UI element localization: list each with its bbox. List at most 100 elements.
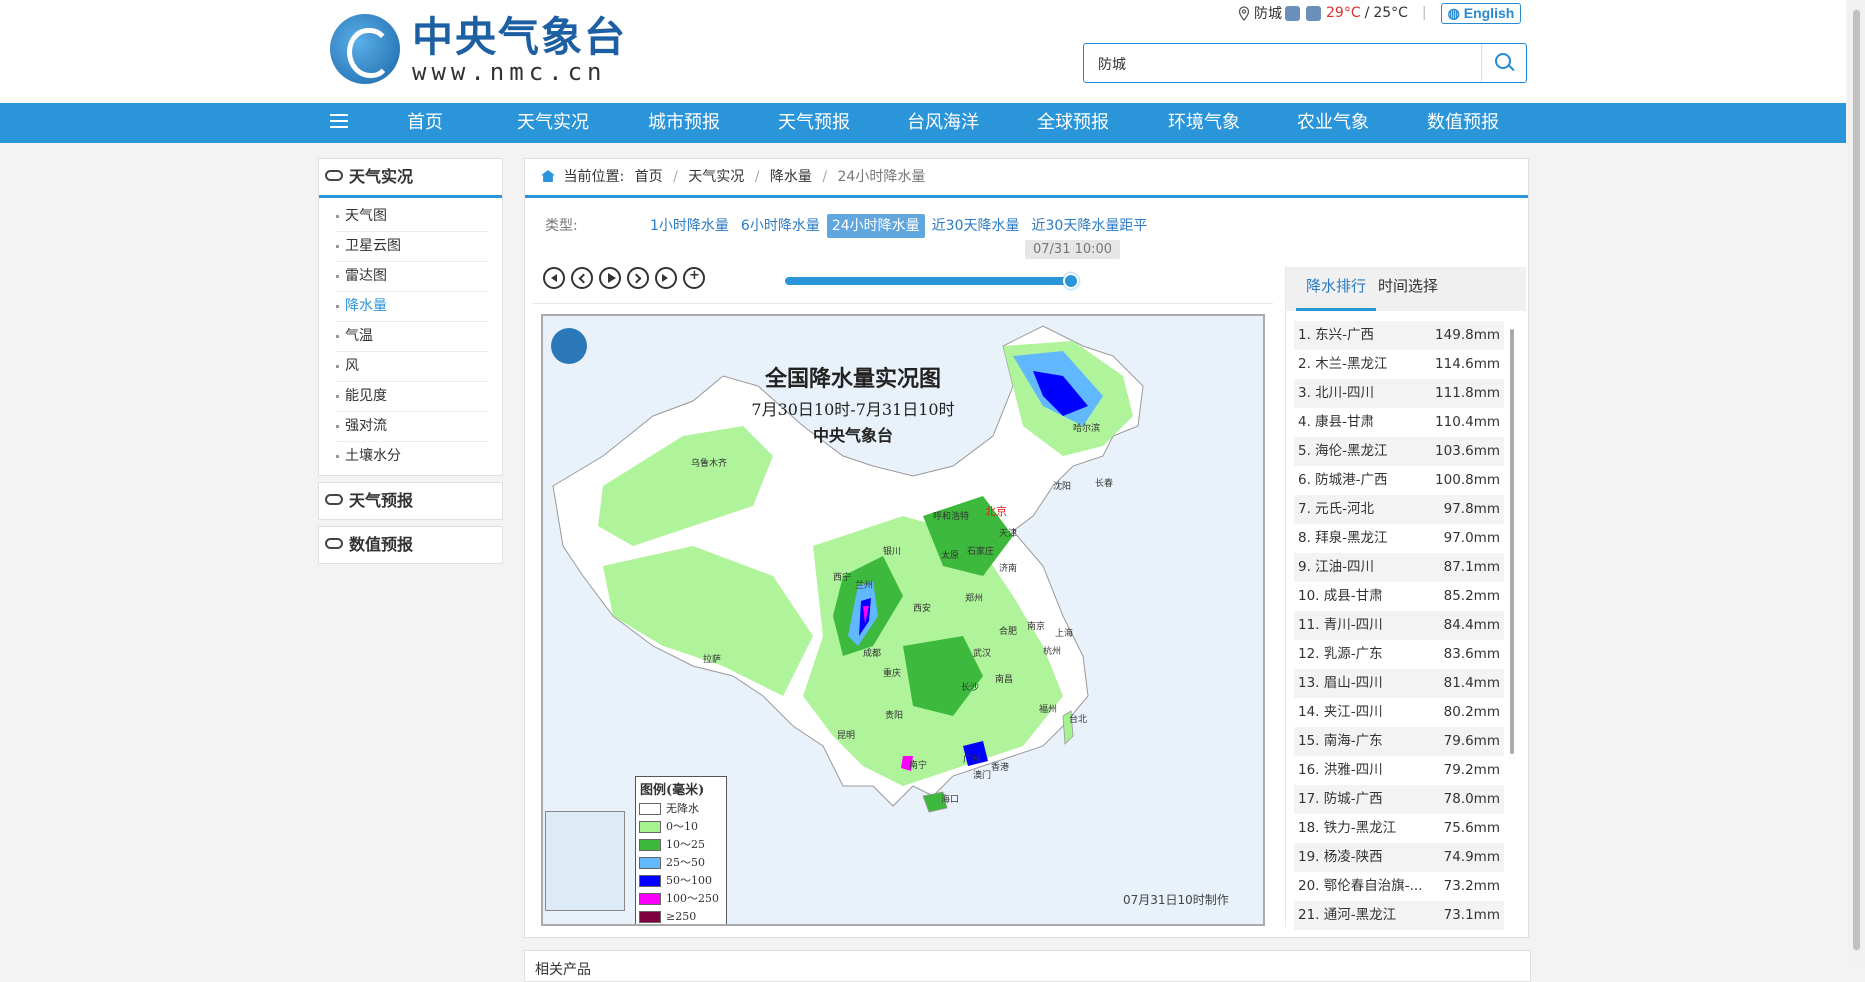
time-slider[interactable]: [785, 273, 1079, 289]
city-label: 台北: [1069, 715, 1088, 725]
breadcrumb-home[interactable]: 首页: [635, 169, 663, 185]
main-content: 当前位置: 首页 / 天气实况 / 降水量 / 24小时降水量 类型: 1小时降…: [524, 158, 1529, 938]
nav-environment[interactable]: 环境气象: [1139, 103, 1269, 143]
page-scrollbar-thumb[interactable]: [1853, 10, 1860, 950]
type-30d[interactable]: 近30天降水量: [927, 214, 1025, 238]
ranking-row[interactable]: 16. 洪雅-四川 79.2mm: [1294, 756, 1504, 785]
ranking-row[interactable]: 9. 江油-四川 87.1mm: [1294, 553, 1504, 582]
nav-agriculture[interactable]: 农业气象: [1268, 103, 1398, 143]
ranking-row[interactable]: 18. 铁力-黑龙江 75.6mm: [1294, 814, 1504, 843]
legend-row: 10～25: [636, 836, 726, 854]
site-logo[interactable]: 中央气象台 www.nmc.cn: [330, 14, 627, 84]
next-frame-icon[interactable]: [627, 267, 649, 289]
last-frame-icon[interactable]: [655, 267, 677, 289]
ranking-value: 75.6mm: [1443, 820, 1500, 836]
ranking-station: 18. 铁力-黑龙江: [1298, 820, 1397, 836]
sidebar-item-visibility[interactable]: 能见度: [336, 382, 488, 412]
time-tooltip: 07/31 10:00: [1025, 240, 1121, 259]
cloudy-icon: [1285, 5, 1300, 21]
nav-typhoon-ocean[interactable]: 台风海洋: [878, 103, 1008, 143]
ranking-station: 16. 洪雅-四川: [1298, 762, 1383, 778]
tab-precip-ranking[interactable]: 降水排行: [1296, 267, 1377, 311]
sidebar-item-weather-map[interactable]: 天气图: [336, 202, 488, 232]
ranking-row[interactable]: 17. 防城-广西 78.0mm: [1294, 785, 1504, 814]
sidebar-item-radar[interactable]: 雷达图: [336, 262, 488, 292]
ranking-row[interactable]: 8. 拜泉-黑龙江 97.0mm: [1294, 524, 1504, 553]
ranking-row[interactable]: 10. 成县-甘肃 85.2mm: [1294, 582, 1504, 611]
ranking-row[interactable]: 5. 海伦-黑龙江 103.6mm: [1294, 437, 1504, 466]
type-30d-anomaly[interactable]: 近30天降水量距平: [1027, 214, 1153, 238]
ranking-row[interactable]: 3. 北川-四川 111.8mm: [1294, 379, 1504, 408]
ranking-row[interactable]: 4. 康县-甘肃 110.4mm: [1294, 408, 1504, 437]
ranking-value: 114.6mm: [1435, 356, 1500, 372]
ranking-row[interactable]: 7. 元氏-河北 97.8mm: [1294, 495, 1504, 524]
precipitation-map[interactable]: 全国降水量实况图 7月30日10时-7月31日10时 中央气象台 乌鲁木齐 哈尔…: [541, 314, 1265, 926]
ranking-station: 5. 海伦-黑龙江: [1298, 443, 1388, 459]
slider-handle[interactable]: [1063, 273, 1079, 289]
sidebar-heading-forecast[interactable]: 天气预报: [318, 482, 503, 520]
zoom-in-icon[interactable]: [683, 267, 705, 289]
play-icon[interactable]: [599, 267, 621, 289]
breadcrumb-obs[interactable]: 天气实况: [688, 169, 744, 185]
ranking-value: 100.8mm: [1435, 472, 1500, 488]
nav-weather-forecast[interactable]: 天气预报: [749, 103, 879, 143]
search-input[interactable]: [1096, 44, 1460, 84]
ranking-row[interactable]: 13. 眉山-四川 81.4mm: [1294, 669, 1504, 698]
tab-time-select[interactable]: 时间选择: [1368, 267, 1448, 311]
map-period: 7月30日10时-7月31日10时: [751, 400, 955, 419]
south-china-sea-inset: [545, 811, 625, 911]
first-frame-icon[interactable]: [543, 267, 565, 289]
ranking-station: 3. 北川-四川: [1298, 385, 1375, 401]
ranking-station: 1. 东兴-广西: [1298, 327, 1375, 343]
sidebar-item-temperature[interactable]: 气温: [336, 322, 488, 352]
type-1h[interactable]: 1小时降水量: [645, 214, 734, 238]
legend-row: ≥250: [636, 908, 726, 924]
ranking-row[interactable]: 1. 东兴-广西 149.8mm: [1294, 321, 1504, 350]
sidebar-item-precipitation[interactable]: 降水量: [336, 292, 488, 322]
nav-home[interactable]: 首页: [360, 103, 490, 143]
sidebar: 天气实况 天气图 卫星云图 雷达图 降水量 气温 风 能见度 强对流 土壤水分 …: [318, 158, 503, 564]
nav-global-forecast[interactable]: 全球预报: [1008, 103, 1138, 143]
location-pin-icon: [1238, 5, 1250, 21]
ranking-station: 9. 江油-四川: [1298, 559, 1375, 575]
page-scrollbar[interactable]: [1848, 0, 1865, 969]
city-label: 重庆: [883, 669, 902, 679]
city-label: 兰州: [855, 581, 874, 591]
nav-city-forecast[interactable]: 城市预报: [619, 103, 749, 143]
type-24h[interactable]: 24小时降水量: [826, 214, 925, 238]
home-icon: [541, 170, 555, 182]
sidebar-item-satellite[interactable]: 卫星云图: [336, 232, 488, 262]
type-6h[interactable]: 6小时降水量: [736, 214, 825, 238]
map-title: 全国降水量实况图: [764, 366, 941, 392]
sidebar-item-convection[interactable]: 强对流: [336, 412, 488, 442]
nav-weather-obs[interactable]: 天气实况: [488, 103, 618, 143]
ranking-value: 81.4mm: [1443, 675, 1500, 691]
ranking-row[interactable]: 14. 夹江-四川 80.2mm: [1294, 698, 1504, 727]
city-label: 西宁: [833, 573, 852, 583]
ranking-row[interactable]: 15. 南海-广东 79.6mm: [1294, 727, 1504, 756]
sidebar-item-soil-moisture[interactable]: 土壤水分: [336, 442, 488, 471]
ranking-row[interactable]: 19. 杨凌-陕西 74.9mm: [1294, 843, 1504, 872]
city-label: 太原: [941, 551, 960, 561]
breadcrumb-precip[interactable]: 降水量: [770, 169, 812, 185]
current-city[interactable]: 防城: [1254, 3, 1282, 23]
sidebar-heading-numerical[interactable]: 数值预报: [318, 526, 503, 564]
ranking-row[interactable]: 11. 青川-四川 84.4mm: [1294, 611, 1504, 640]
temp-separator: /: [1364, 5, 1370, 21]
ranking-row[interactable]: 6. 防城港-广西 100.8mm: [1294, 466, 1504, 495]
ranking-row[interactable]: 21. 通河-黑龙江 73.1mm: [1294, 901, 1504, 930]
ranking-station: 21. 通河-黑龙江: [1298, 907, 1397, 923]
sidebar-heading-obs[interactable]: 天气实况: [319, 159, 502, 198]
menu-icon[interactable]: [330, 114, 348, 128]
prev-frame-icon[interactable]: [571, 267, 593, 289]
nav-numerical[interactable]: 数值预报: [1398, 103, 1528, 143]
search-button[interactable]: [1481, 44, 1526, 82]
ranking-row[interactable]: 20. 鄂伦春自治旗-... 73.2mm: [1294, 872, 1504, 901]
breadcrumb-current: 24小时降水量: [837, 169, 926, 185]
sidebar-item-wind[interactable]: 风: [336, 352, 488, 382]
ranking-row[interactable]: 12. 乳源-广东 83.6mm: [1294, 640, 1504, 669]
ranking-scrollbar[interactable]: [1510, 329, 1514, 754]
english-button[interactable]: ◍ English: [1440, 2, 1522, 24]
ranking-row[interactable]: 2. 木兰-黑龙江 114.6mm: [1294, 350, 1504, 379]
ranking-station: 17. 防城-广西: [1298, 791, 1383, 807]
